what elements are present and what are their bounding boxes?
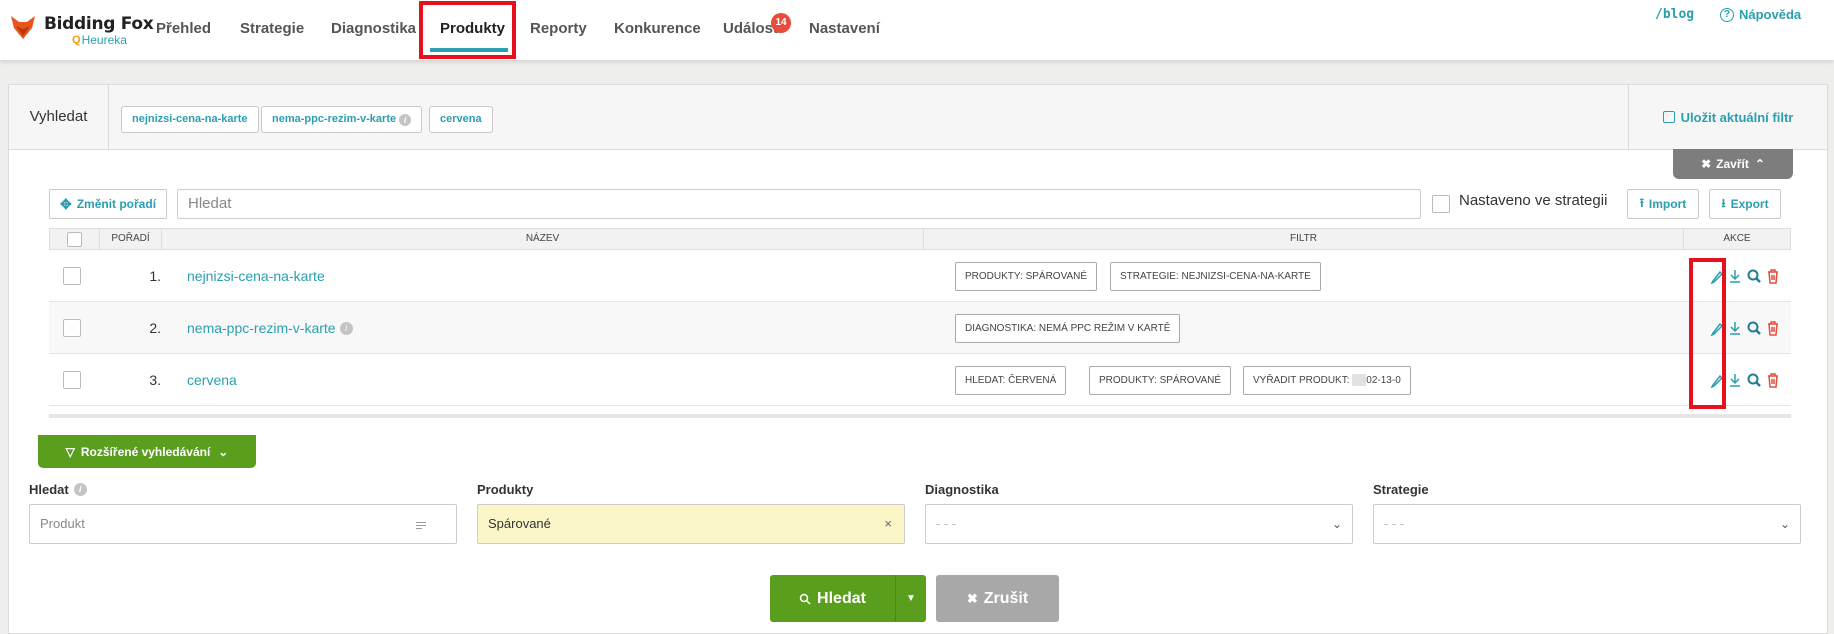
row-order: 3.	[149, 372, 161, 388]
app-name: Bidding Fox	[44, 14, 154, 34]
row-name-link[interactable]: nejnizsi-cena-na-karte	[187, 250, 325, 302]
upload-icon: ⭱	[1639, 195, 1644, 210]
table-scroll-edge	[49, 414, 1791, 418]
nav-nastaveni[interactable]: Nastavení	[809, 20, 880, 37]
table-row: 1. nejnizsi-cena-na-karte PRODUKTY: SPÁR…	[49, 250, 1791, 302]
filter-icon: ▽	[65, 444, 75, 459]
blog-link[interactable]: /blog	[1655, 7, 1694, 22]
filter-search-input[interactable]: Hledat	[177, 189, 1421, 219]
filter-chip: PRODUKTY: SPÁROVANÉ	[955, 262, 1098, 291]
reorder-button[interactable]: ✥ Změnit pořadí	[49, 189, 167, 219]
chevron-up-icon: ⌃	[1754, 157, 1765, 171]
highlight-box-produkty	[419, 1, 516, 59]
download-icon[interactable]	[1728, 268, 1742, 284]
product-search-input[interactable]: Produkt	[29, 504, 457, 544]
search-strip: Vyhledat nejnizsi-cena-na-karte nema-ppc…	[9, 85, 1827, 150]
header-name[interactable]: NÁZEV	[162, 229, 924, 249]
app-sub: Q Heureka	[72, 33, 127, 47]
search-label: Vyhledat	[9, 85, 109, 149]
field-label-produkty: Produkty	[477, 482, 534, 497]
download-icon[interactable]	[1728, 320, 1742, 336]
chevron-down-icon: ⌄	[1331, 517, 1342, 531]
info-icon: i	[339, 321, 353, 335]
header-filter: FILTR	[924, 229, 1684, 249]
search-options-dropdown[interactable]: ▼	[895, 575, 926, 622]
nav-prehled[interactable]: Přehled	[156, 20, 211, 37]
filter-chip: STRATEGIE: NEJNIZSI-CENA-NA-KARTE	[1110, 262, 1321, 291]
redacted-block	[1352, 374, 1367, 387]
close-icon: ✖	[1701, 157, 1712, 171]
clear-icon[interactable]: ×	[884, 505, 892, 543]
caret-down-icon: ▼	[906, 593, 916, 604]
row-order: 2.	[149, 320, 161, 336]
produkty-select[interactable]: Spárované ×	[477, 504, 905, 544]
close-button[interactable]: ✖ Zavřít ⌃	[1673, 149, 1793, 179]
import-button[interactable]: ⭱ Import	[1627, 189, 1699, 219]
move-icon: ✥	[59, 195, 72, 212]
row-checkbox[interactable]	[63, 371, 81, 389]
header-order[interactable]: POŘADÍ	[100, 229, 162, 249]
logo[interactable]: Bidding Fox Q Heureka	[10, 14, 154, 47]
field-label-diagnostika: Diagnostika	[925, 482, 999, 497]
table-row: 3. cervena HLEDAT: ČERVENÁ PRODUKTY: SPÁ…	[49, 354, 1791, 406]
save-icon	[1662, 111, 1675, 123]
search-icon	[799, 593, 811, 605]
question-icon: ?	[1720, 7, 1734, 22]
filter-chip: PRODUKTY: SPÁROVANÉ	[1089, 366, 1232, 395]
cancel-button[interactable]: ✖ Zrušit	[936, 575, 1059, 622]
download-icon: ⭳	[1721, 195, 1726, 210]
row-checkbox[interactable]	[63, 267, 81, 285]
search-button[interactable]: Hledat	[770, 575, 895, 622]
search-icon[interactable]	[1747, 320, 1761, 336]
search-icon[interactable]	[1747, 268, 1761, 284]
top-navbar: Bidding Fox Q Heureka Přehled Strategie D…	[0, 0, 1834, 60]
help-link[interactable]: ? Nápověda	[1720, 7, 1801, 22]
field-label-strategie: Strategie	[1373, 482, 1429, 497]
saved-filter-tag[interactable]: nema-ppc-rezim-v-karte i	[261, 106, 423, 133]
field-label-hledat: Hledat i	[29, 482, 87, 497]
filters-card: Vyhledat nejnizsi-cena-na-karte nema-ppc…	[8, 84, 1828, 634]
row-name-link[interactable]: cervena	[187, 354, 237, 406]
diagnostika-select[interactable]: - - - ⌄	[925, 504, 1353, 544]
row-order: 1.	[149, 268, 161, 284]
saved-filter-tag[interactable]: cervena	[429, 106, 493, 133]
trash-icon[interactable]	[1766, 372, 1780, 388]
text-lines-icon	[416, 522, 426, 531]
saved-filter-tag[interactable]: nejnizsi-cena-na-karte	[121, 106, 259, 133]
nav-reporty[interactable]: Reporty	[530, 20, 587, 37]
trash-icon[interactable]	[1766, 268, 1780, 284]
filter-chip: HLEDAT: ČERVENÁ	[955, 366, 1067, 395]
download-icon[interactable]	[1728, 372, 1742, 388]
trash-icon[interactable]	[1766, 320, 1780, 336]
filter-chip: VYŘADIT PRODUKT: 02-13-0	[1243, 366, 1411, 395]
select-all-checkbox[interactable]	[67, 232, 82, 247]
chevron-down-icon: ⌄	[218, 444, 229, 459]
export-button[interactable]: ⭳ Export	[1709, 189, 1781, 219]
strategy-checkbox[interactable]	[1432, 195, 1450, 213]
chevron-down-icon: ⌄	[1779, 517, 1790, 531]
nav-konkurence[interactable]: Konkurence	[614, 20, 701, 37]
nav-strategie[interactable]: Strategie	[240, 20, 304, 37]
row-name-link[interactable]: nema-ppc-rezim-v-karte i	[187, 302, 353, 354]
filter-chip: DIAGNOSTIKA: NEMÁ PPC REŽIM V KARTĚ	[955, 314, 1181, 343]
table-row: 2. nema-ppc-rezim-v-karte i DIAGNOSTIKA: …	[49, 302, 1791, 354]
nav-diagnostika[interactable]: Diagnostika	[331, 20, 416, 37]
search-icon[interactable]	[1747, 372, 1761, 388]
info-icon: i	[399, 113, 412, 126]
advanced-search-toggle[interactable]: ▽ Rozšířené vyhledávání ⌄	[38, 435, 256, 468]
info-icon: i	[73, 483, 87, 496]
strategy-checkbox-label: Nastaveno ve strategii	[1459, 192, 1608, 209]
events-badge: 14	[771, 13, 791, 33]
highlight-box-edit-icons	[1689, 258, 1726, 409]
row-checkbox[interactable]	[63, 319, 81, 337]
close-icon: ✖	[966, 590, 978, 606]
header-actions: AKCE	[1723, 233, 1751, 244]
strategie-select[interactable]: - - - ⌄	[1373, 504, 1801, 544]
table-header: POŘADÍ NÁZEV FILTR AKCE	[49, 228, 1791, 250]
save-filter-button[interactable]: Uložit aktuální filtr	[1628, 85, 1827, 149]
fox-logo-icon	[11, 16, 35, 39]
